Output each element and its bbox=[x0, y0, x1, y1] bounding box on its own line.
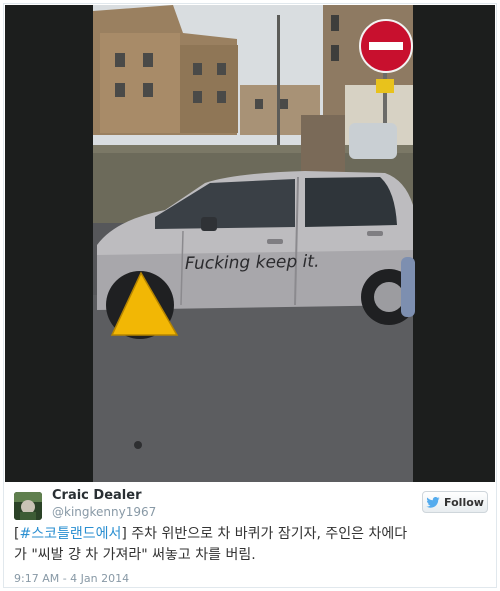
follow-label: Follow bbox=[444, 495, 484, 509]
clamped-car-photo: Fucking keep it. bbox=[5, 5, 495, 482]
tweet-card: Fucking keep it. Craic Dealer @kingkenny… bbox=[3, 3, 497, 588]
tweet-text-line2: 가 "씨발 걍 차 가져라" 써놓고 차를 버림. bbox=[14, 547, 256, 563]
tweet-timestamp[interactable]: 9:17 AM - 4 Jan 2014 bbox=[14, 572, 129, 585]
avatar-image bbox=[14, 492, 42, 520]
twitter-bird-icon bbox=[426, 496, 440, 508]
author-name[interactable]: Craic Dealer bbox=[52, 488, 141, 503]
hashtag-link[interactable]: #스코틀랜드에서 bbox=[19, 526, 121, 542]
tweet-header: Craic Dealer @kingkenny1967 Follow bbox=[14, 488, 488, 522]
author-handle[interactable]: @kingkenny1967 bbox=[52, 505, 156, 519]
avatar[interactable] bbox=[14, 492, 42, 520]
tweet-text-line1: ] 주차 위반으로 차 바퀴가 잠기자, 주인은 차에다 bbox=[121, 526, 408, 542]
tweet-photo[interactable]: Fucking keep it. bbox=[5, 5, 495, 482]
car-graffiti-text: Fucking keep it. bbox=[185, 252, 320, 274]
tweet-text: [#스코틀랜드에서] 주차 위반으로 차 바퀴가 잠기자, 주인은 차에다 가 … bbox=[14, 524, 492, 566]
follow-button[interactable]: Follow bbox=[422, 491, 488, 513]
